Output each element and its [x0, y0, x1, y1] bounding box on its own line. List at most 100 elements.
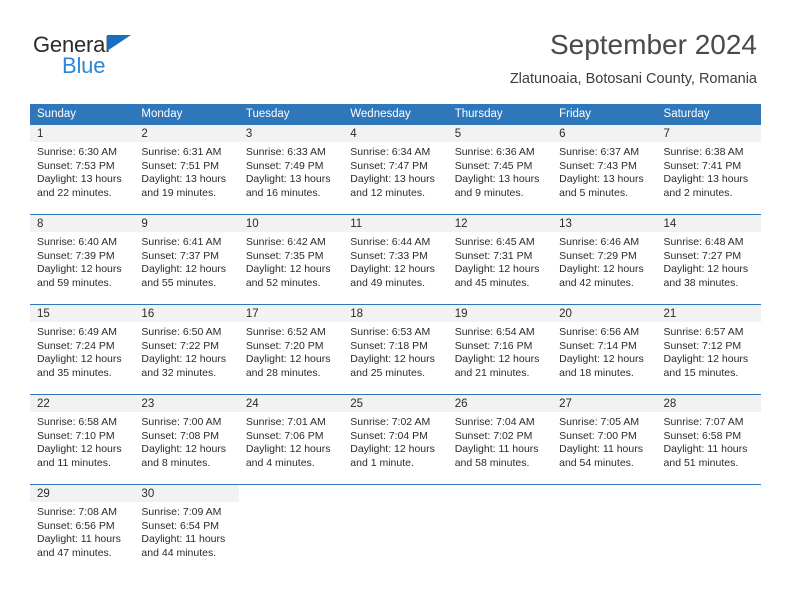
page-title: September 2024 [549, 29, 757, 60]
day-number: 4 [343, 125, 448, 142]
day-cell[interactable]: 7 Sunrise: 6:38 AM Sunset: 7:41 PM Dayli… [656, 125, 761, 207]
day-number: 19 [447, 305, 553, 322]
day-cell[interactable]: 8 Sunrise: 6:40 AM Sunset: 7:39 PM Dayli… [30, 215, 135, 297]
sunset-text: Sunset: 7:51 PM [141, 159, 220, 172]
day-cell-empty [447, 485, 553, 567]
day-details: Sunrise: 6:36 AM Sunset: 7:45 PM Dayligh… [448, 142, 552, 200]
sunset-text: Sunset: 7:02 PM [454, 429, 533, 442]
day-cell[interactable]: 30 Sunrise: 7:09 AM Sunset: 6:54 PM Dayl… [134, 485, 239, 567]
sunrise-text: Sunrise: 6:36 AM [454, 146, 535, 158]
day-details: Sunrise: 6:46 AM Sunset: 7:29 PM Dayligh… [552, 232, 656, 290]
daylight-text: Daylight: 12 hours and 18 minutes. [559, 353, 644, 379]
sunrise-text: Sunrise: 6:57 AM [663, 326, 744, 338]
day-cell[interactable]: 9 Sunrise: 6:41 AM Sunset: 7:37 PM Dayli… [134, 215, 239, 297]
day-details: Sunrise: 6:50 AM Sunset: 7:22 PM Dayligh… [134, 322, 238, 380]
sunset-text: Sunset: 7:06 PM [245, 429, 324, 442]
day-number: 7 [656, 125, 761, 142]
day-details: Sunrise: 6:37 AM Sunset: 7:43 PM Dayligh… [552, 142, 656, 200]
daylight-text: Daylight: 13 hours and 19 minutes. [141, 173, 227, 199]
sunrise-text: Sunrise: 7:09 AM [141, 506, 222, 518]
day-details: Sunrise: 6:31 AM Sunset: 7:51 PM Dayligh… [134, 142, 238, 200]
sunrise-text: Sunrise: 6:45 AM [454, 236, 535, 248]
sunset-text: Sunset: 7:18 PM [350, 339, 428, 352]
day-cell[interactable]: 2 Sunrise: 6:31 AM Sunset: 7:51 PM Dayli… [134, 125, 239, 207]
week-row: 15 Sunrise: 6:49 AM Sunset: 7:24 PM Dayl… [30, 304, 761, 387]
day-cell[interactable]: 25 Sunrise: 7:02 AM Sunset: 7:04 PM Dayl… [343, 395, 448, 477]
day-details: Sunrise: 7:01 AM Sunset: 7:06 PM Dayligh… [239, 412, 343, 470]
daylight-text: Daylight: 12 hours and 32 minutes. [141, 353, 227, 379]
day-number: 22 [30, 395, 135, 412]
sunset-text: Sunset: 7:45 PM [454, 159, 533, 172]
day-cell[interactable]: 5 Sunrise: 6:36 AM Sunset: 7:45 PM Dayli… [447, 125, 553, 207]
day-cell[interactable]: 18 Sunrise: 6:53 AM Sunset: 7:18 PM Dayl… [343, 305, 448, 387]
day-cell[interactable]: 23 Sunrise: 7:00 AM Sunset: 7:08 PM Dayl… [134, 395, 239, 477]
weekday-header-friday: Friday [559, 108, 592, 120]
daylight-text: Daylight: 12 hours and 38 minutes. [663, 263, 749, 289]
day-number [343, 485, 447, 502]
day-number: 21 [656, 305, 761, 322]
sunset-text: Sunset: 7:27 PM [663, 249, 742, 262]
sunset-text: Sunset: 7:10 PM [37, 429, 115, 442]
day-cell[interactable]: 14 Sunrise: 6:48 AM Sunset: 7:27 PM Dayl… [656, 215, 761, 297]
day-cell[interactable]: 22 Sunrise: 6:58 AM Sunset: 7:10 PM Dayl… [30, 395, 135, 477]
day-cell[interactable]: 27 Sunrise: 7:05 AM Sunset: 7:00 PM Dayl… [552, 395, 657, 477]
sunrise-text: Sunrise: 6:56 AM [559, 326, 640, 338]
sunset-text: Sunset: 7:04 PM [350, 429, 428, 442]
day-cell[interactable]: 28 Sunrise: 7:07 AM Sunset: 6:58 PM Dayl… [656, 395, 761, 477]
day-details: Sunrise: 7:00 AM Sunset: 7:08 PM Dayligh… [134, 412, 238, 470]
day-cell[interactable]: 4 Sunrise: 6:34 AM Sunset: 7:47 PM Dayli… [343, 125, 448, 207]
day-details: Sunrise: 6:34 AM Sunset: 7:47 PM Dayligh… [343, 142, 447, 200]
day-number: 14 [656, 215, 761, 232]
sunset-text: Sunset: 6:56 PM [37, 519, 115, 532]
day-cell[interactable]: 29 Sunrise: 7:08 AM Sunset: 6:56 PM Dayl… [30, 485, 135, 567]
day-cell[interactable]: 15 Sunrise: 6:49 AM Sunset: 7:24 PM Dayl… [30, 305, 135, 387]
day-details: Sunrise: 6:33 AM Sunset: 7:49 PM Dayligh… [239, 142, 343, 200]
sunset-text: Sunset: 7:24 PM [37, 339, 115, 352]
sunset-text: Sunset: 7:08 PM [141, 429, 220, 442]
sunrise-text: Sunrise: 6:46 AM [559, 236, 640, 248]
sunset-text: Sunset: 7:31 PM [454, 249, 533, 262]
sunset-text: Sunset: 7:12 PM [663, 339, 742, 352]
day-cell[interactable]: 16 Sunrise: 6:50 AM Sunset: 7:22 PM Dayl… [134, 305, 239, 387]
day-cell[interactable]: 3 Sunrise: 6:33 AM Sunset: 7:49 PM Dayli… [238, 125, 344, 207]
day-details: Sunrise: 6:58 AM Sunset: 7:10 PM Dayligh… [30, 412, 134, 470]
day-cell[interactable]: 12 Sunrise: 6:45 AM Sunset: 7:31 PM Dayl… [447, 215, 553, 297]
day-details: Sunrise: 6:57 AM Sunset: 7:12 PM Dayligh… [657, 322, 761, 380]
day-cell[interactable]: 24 Sunrise: 7:01 AM Sunset: 7:06 PM Dayl… [238, 395, 344, 477]
day-number: 26 [447, 395, 553, 412]
day-details: Sunrise: 7:08 AM Sunset: 6:56 PM Dayligh… [30, 502, 134, 560]
sunrise-text: Sunrise: 7:05 AM [559, 416, 640, 428]
day-cell[interactable]: 6 Sunrise: 6:37 AM Sunset: 7:43 PM Dayli… [552, 125, 657, 207]
daylight-text: Daylight: 12 hours and 35 minutes. [37, 353, 122, 379]
day-cell[interactable]: 19 Sunrise: 6:54 AM Sunset: 7:16 PM Dayl… [447, 305, 553, 387]
sunrise-text: Sunrise: 6:31 AM [141, 146, 222, 158]
day-cell[interactable]: 26 Sunrise: 7:04 AM Sunset: 7:02 PM Dayl… [447, 395, 553, 477]
week-row: 22 Sunrise: 6:58 AM Sunset: 7:10 PM Dayl… [30, 394, 761, 477]
daylight-text: Daylight: 13 hours and 22 minutes. [37, 173, 122, 199]
day-cell[interactable]: 20 Sunrise: 6:56 AM Sunset: 7:14 PM Dayl… [552, 305, 657, 387]
daylight-text: Daylight: 12 hours and 11 minutes. [37, 443, 122, 469]
weekday-header-sunday: Sunday [37, 108, 77, 120]
sunset-text: Sunset: 7:43 PM [559, 159, 637, 172]
sunset-text: Sunset: 6:58 PM [663, 429, 742, 442]
weekday-header-wednesday: Wednesday [350, 108, 411, 120]
day-cell[interactable]: 11 Sunrise: 6:44 AM Sunset: 7:33 PM Dayl… [343, 215, 448, 297]
day-number [657, 485, 761, 502]
day-cell[interactable]: 10 Sunrise: 6:42 AM Sunset: 7:35 PM Dayl… [238, 215, 344, 297]
day-details [239, 502, 343, 506]
day-cell[interactable]: 1 Sunrise: 6:30 AM Sunset: 7:53 PM Dayli… [30, 125, 135, 207]
daylight-text: Daylight: 11 hours and 54 minutes. [559, 443, 643, 469]
day-details: Sunrise: 6:53 AM Sunset: 7:18 PM Dayligh… [343, 322, 447, 380]
week-row: 1 Sunrise: 6:30 AM Sunset: 7:53 PM Dayli… [30, 125, 761, 207]
day-cell[interactable]: 21 Sunrise: 6:57 AM Sunset: 7:12 PM Dayl… [656, 305, 761, 387]
logo-text-blue: Blue [62, 53, 106, 78]
day-details: Sunrise: 6:38 AM Sunset: 7:41 PM Dayligh… [657, 142, 761, 200]
weekday-header-saturday: Saturday [663, 108, 710, 120]
generalblue-logo[interactable]: General Blue [33, 33, 233, 83]
sunset-text: Sunset: 7:39 PM [37, 249, 115, 262]
sunset-text: Sunset: 7:47 PM [350, 159, 428, 172]
day-cell[interactable]: 13 Sunrise: 6:46 AM Sunset: 7:29 PM Dayl… [552, 215, 657, 297]
day-details: Sunrise: 6:49 AM Sunset: 7:24 PM Dayligh… [30, 322, 134, 380]
day-cell[interactable]: 17 Sunrise: 6:52 AM Sunset: 7:20 PM Dayl… [238, 305, 344, 387]
sunrise-text: Sunrise: 6:53 AM [350, 326, 431, 338]
